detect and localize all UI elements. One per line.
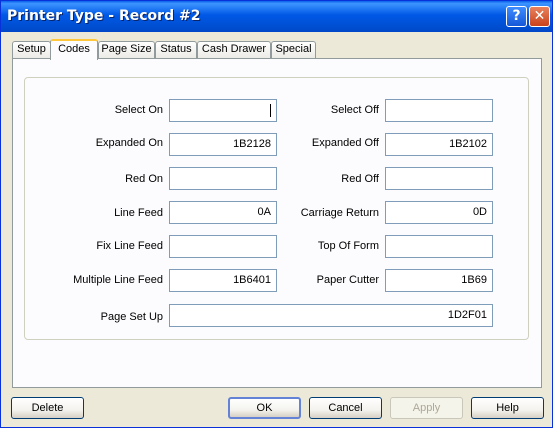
help-icon[interactable]: ? xyxy=(506,6,527,27)
apply-button[interactable]: Apply xyxy=(390,397,463,419)
tab-special[interactable]: Special xyxy=(271,41,316,58)
multiple-line-feed-label: Multiple Line Feed xyxy=(73,274,163,286)
tab-status[interactable]: Status xyxy=(155,41,197,58)
tab-page-size[interactable]: Page Size xyxy=(98,41,155,58)
line-feed-field[interactable]: 0A xyxy=(169,201,277,224)
ok-button[interactable]: OK xyxy=(228,397,301,419)
expanded-off-label: Expanded Off xyxy=(311,137,379,149)
carriage-return-field[interactable]: 0D xyxy=(385,201,493,224)
fix-line-feed-label: Fix Line Feed xyxy=(96,240,163,252)
page-set-up-field[interactable]: 1D2F01 xyxy=(169,304,493,327)
tab-setup[interactable]: Setup xyxy=(12,41,51,58)
cancel-button[interactable]: Cancel xyxy=(309,397,382,419)
red-on-field[interactable] xyxy=(169,167,277,190)
line-feed-label: Line Feed xyxy=(114,207,163,219)
page-set-up-label: Page Set Up xyxy=(100,311,163,323)
text-cursor xyxy=(270,103,271,117)
expanded-off-field[interactable]: 1B2102 xyxy=(385,133,493,156)
title-bar[interactable]: Printer Type - Record #2 ? ✕ xyxy=(1,1,552,32)
red-on-label: Red On xyxy=(125,173,163,185)
top-of-form-label: Top Of Form xyxy=(317,240,379,252)
help-button[interactable]: Help xyxy=(471,397,544,419)
red-off-label: Red Off xyxy=(341,173,379,185)
select-on-field[interactable] xyxy=(169,99,277,122)
expanded-on-field[interactable]: 1B2128 xyxy=(169,133,277,156)
select-off-field[interactable] xyxy=(385,99,493,122)
select-off-label: Select Off xyxy=(330,104,379,116)
close-icon[interactable]: ✕ xyxy=(529,6,550,27)
red-off-field[interactable] xyxy=(385,167,493,190)
paper-cutter-field[interactable]: 1B69 xyxy=(385,269,493,292)
window-title: Printer Type - Record #2 xyxy=(7,8,201,24)
top-of-form-field[interactable] xyxy=(385,235,493,258)
delete-button[interactable]: Delete xyxy=(11,397,84,419)
fix-line-feed-field[interactable] xyxy=(169,235,277,258)
expanded-on-label: Expanded On xyxy=(95,137,163,149)
multiple-line-feed-field[interactable]: 1B6401 xyxy=(169,269,277,292)
select-on-label: Select On xyxy=(114,104,163,116)
tab-cash-drawer[interactable]: Cash Drawer xyxy=(197,41,271,58)
paper-cutter-label: Paper Cutter xyxy=(316,274,379,286)
printer-type-dialog: Printer Type - Record #2 ? ✕ Setup Codes… xyxy=(0,0,553,428)
carriage-return-label: Carriage Return xyxy=(300,207,379,219)
tab-codes[interactable]: Codes xyxy=(50,39,98,60)
